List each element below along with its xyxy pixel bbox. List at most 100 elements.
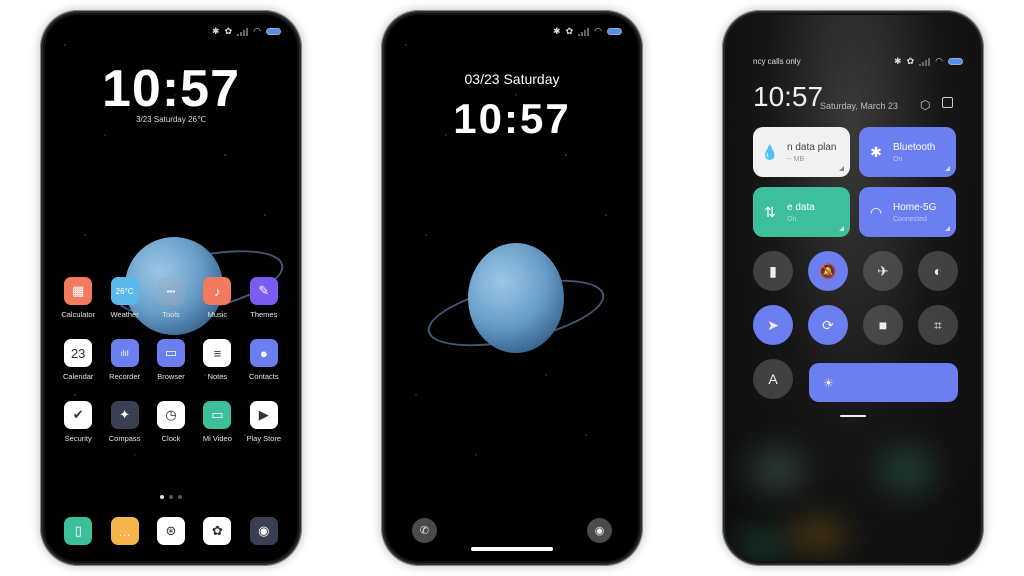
page-dot[interactable] bbox=[169, 495, 173, 499]
home-clock[interactable]: 10:57 bbox=[45, 59, 297, 119]
tile-subtitle: On bbox=[893, 155, 903, 163]
screen-record-icon: ■ bbox=[878, 317, 888, 333]
tile-text: e data On bbox=[787, 202, 815, 223]
video-icon: ▭ bbox=[203, 401, 232, 429]
contacts-icon: ● bbox=[249, 339, 278, 367]
app-compass[interactable]: ✦ Compass bbox=[101, 401, 147, 443]
dock-camera-app[interactable]: ◉ bbox=[241, 517, 287, 545]
page-dot[interactable] bbox=[178, 495, 182, 499]
toggle-rotation-lock[interactable]: ⟳ bbox=[808, 305, 848, 345]
security-icon: ✔ bbox=[64, 401, 93, 429]
tile-data-plan[interactable]: 💧 n data plan -- MB bbox=[753, 127, 850, 177]
play-store-icon: ▶ bbox=[249, 401, 278, 429]
blurred-background bbox=[747, 445, 807, 495]
brightness-icon: ☀ bbox=[823, 375, 834, 390]
stage: ✱ ✿ ◠ 10:57 3/23 Saturday 26℃ ▦ Calculato… bbox=[0, 0, 1024, 576]
app-calculator[interactable]: ▦ Calculator bbox=[55, 277, 101, 319]
cc-drag-handle[interactable] bbox=[840, 415, 866, 417]
recorder-icon: ılıl bbox=[110, 339, 139, 367]
dock-phone-app[interactable]: ▯ bbox=[55, 517, 101, 545]
camera-icon: ◉ bbox=[594, 525, 605, 537]
app-label: Mi Video bbox=[202, 434, 232, 443]
tile-text: Home-5G Connected bbox=[893, 202, 936, 223]
toggle-scanner[interactable]: ⌗ bbox=[918, 305, 958, 345]
tile-subtitle: -- MB bbox=[787, 155, 805, 163]
app-label: Contacts bbox=[248, 372, 279, 381]
app-label: Themes bbox=[250, 310, 278, 319]
tile-mobile-data[interactable]: ⇅ e data On bbox=[753, 187, 850, 237]
app-play-store[interactable]: ▶ Play Store bbox=[241, 401, 287, 443]
tile-bluetooth[interactable]: ✱ Bluetooth On bbox=[859, 127, 956, 177]
app-music[interactable]: ♪ Music bbox=[194, 277, 240, 319]
app-contacts[interactable]: ● Contacts bbox=[241, 339, 287, 381]
signal-icon bbox=[919, 57, 931, 66]
dock-gallery-app[interactable]: ✿ bbox=[194, 517, 240, 545]
app-clock[interactable]: ◷ Clock bbox=[148, 401, 194, 443]
bluetooth-icon: ✱ bbox=[870, 143, 882, 160]
expand-corner-icon[interactable] bbox=[839, 166, 844, 171]
expand-corner-icon[interactable] bbox=[945, 226, 950, 231]
bluetooth-icon: ✱ bbox=[894, 56, 902, 66]
app-label: Play Store bbox=[246, 434, 282, 443]
dock-steering-app[interactable]: ⊛ bbox=[148, 517, 194, 545]
page-indicator[interactable] bbox=[45, 495, 297, 499]
expand-corner-icon[interactable] bbox=[945, 166, 950, 171]
app-weather[interactable]: 26°C Weather bbox=[101, 277, 147, 319]
toggle-reading-mode[interactable]: ◐ bbox=[918, 251, 958, 291]
app-themes[interactable]: ✎ Themes bbox=[241, 277, 287, 319]
planet-wallpaper bbox=[468, 243, 564, 353]
scanner-icon: ⌗ bbox=[934, 316, 942, 333]
weather-icon: 26°C bbox=[110, 277, 139, 305]
cc-date: Saturday, March 23 bbox=[820, 101, 898, 111]
app-notes[interactable]: ≡ Notes bbox=[194, 339, 240, 381]
toggle-flashlight[interactable]: ▮ bbox=[753, 251, 793, 291]
status-bar: ✱ ✿ ◠ bbox=[212, 27, 281, 36]
lock-camera-shortcut[interactable]: ◉ bbox=[587, 518, 612, 543]
brightness-slider[interactable]: ☀ bbox=[809, 363, 958, 402]
toggle-auto-brightness[interactable]: A bbox=[753, 359, 793, 399]
themes-icon: ✎ bbox=[249, 277, 278, 305]
toggle-screen-record[interactable]: ■ bbox=[863, 305, 903, 345]
tile-wifi[interactable]: ◠ Home-5G Connected bbox=[859, 187, 956, 237]
airplane-icon: ✈ bbox=[877, 262, 889, 279]
expand-corner-icon[interactable] bbox=[839, 226, 844, 231]
flashlight-icon: ▮ bbox=[769, 262, 777, 279]
edit-icon[interactable] bbox=[942, 97, 953, 108]
phone-lock-screen: ✱ ✿ ◠ 03/23 Saturday 10:57 ✆ ◉ bbox=[381, 10, 643, 566]
dock-messages-app[interactable]: … bbox=[101, 517, 147, 545]
location-icon: ➤ bbox=[767, 316, 779, 333]
signal-icon bbox=[578, 27, 590, 36]
wifi-icon: ◠ bbox=[253, 26, 261, 36]
phone-home-screen: ✱ ✿ ◠ 10:57 3/23 Saturday 26℃ ▦ Calculato… bbox=[40, 10, 302, 566]
toggle-airplane[interactable]: ✈ bbox=[863, 251, 903, 291]
app-label: Tools bbox=[162, 310, 180, 319]
clock-icon: ◷ bbox=[156, 401, 185, 429]
dnd-off-icon: ✿ bbox=[565, 26, 574, 36]
tile-text: n data plan -- MB bbox=[787, 142, 837, 163]
battery-icon bbox=[948, 58, 963, 65]
app-mi-video[interactable]: ▭ Mi Video bbox=[194, 401, 240, 443]
app-browser[interactable]: ▭ Browser bbox=[148, 339, 194, 381]
lock-phone-shortcut[interactable]: ✆ bbox=[412, 518, 437, 543]
app-recorder[interactable]: ılıl Recorder bbox=[101, 339, 147, 381]
tile-title: Home-5G bbox=[893, 201, 937, 213]
cc-time: 10:57 bbox=[753, 81, 824, 112]
app-grid: ▦ Calculator 26°C Weather ▪▪▪ Tools ♪ Music ✎ The… bbox=[55, 277, 287, 443]
settings-gear-icon[interactable]: ⬡ bbox=[920, 98, 930, 112]
home-screen: ✱ ✿ ◠ 10:57 3/23 Saturday 26℃ ▦ Calculato… bbox=[43, 13, 299, 563]
data-plan-icon: 💧 bbox=[761, 143, 779, 160]
app-calendar[interactable]: 23 Calendar bbox=[55, 339, 101, 381]
app-label: Music bbox=[207, 310, 228, 319]
lock-clock: 10:57 bbox=[453, 95, 571, 142]
home-indicator-bar[interactable] bbox=[471, 547, 553, 551]
app-label: Calendar bbox=[62, 372, 94, 381]
app-tools[interactable]: ▪▪▪ Tools bbox=[148, 277, 194, 319]
wifi-icon: ◠ bbox=[935, 56, 943, 66]
app-label: Recorder bbox=[109, 372, 141, 381]
toggle-mute[interactable]: 🔕 bbox=[808, 251, 848, 291]
page-dot[interactable] bbox=[160, 495, 164, 499]
toggle-location[interactable]: ➤ bbox=[753, 305, 793, 345]
blurred-background bbox=[737, 525, 787, 561]
camera-icon: ◉ bbox=[249, 517, 278, 545]
app-security[interactable]: ✔ Security bbox=[55, 401, 101, 443]
